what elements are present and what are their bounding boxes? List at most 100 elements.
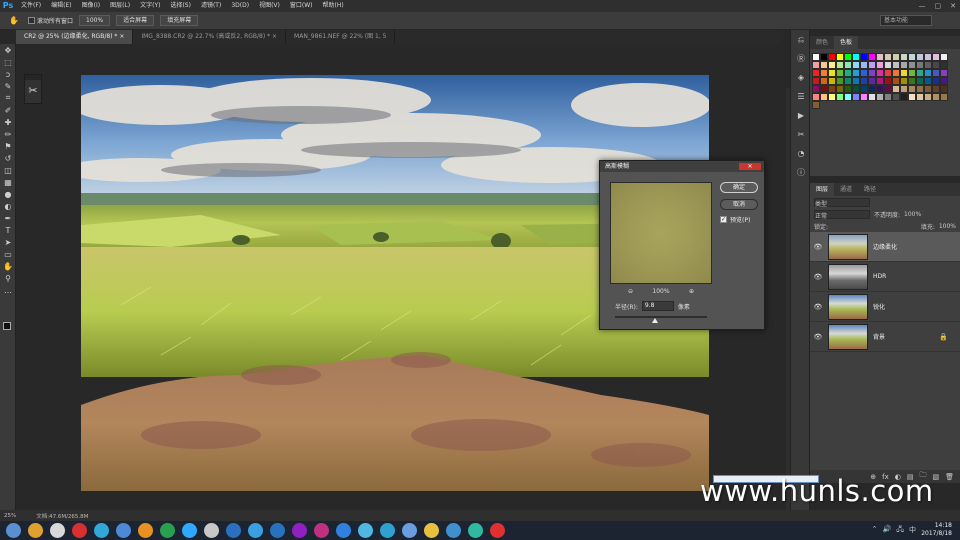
close-icon[interactable]: ✕ [950, 0, 956, 12]
color-swatch[interactable] [868, 61, 876, 69]
type-icon[interactable]: T [0, 224, 16, 236]
color-swatch[interactable] [900, 85, 908, 93]
color-swatch[interactable] [924, 69, 932, 77]
foreground-color-swatch[interactable] [3, 322, 11, 330]
dodge-icon[interactable]: ◐ [0, 200, 16, 212]
more-icon[interactable]: … [0, 284, 16, 296]
layer-row[interactable]: 👁 锐化 [810, 292, 960, 322]
color-swatch[interactable] [868, 85, 876, 93]
color-swatch[interactable] [852, 93, 860, 101]
color-swatch[interactable] [860, 85, 868, 93]
menu-layer[interactable]: 图层(L) [105, 0, 135, 12]
checkbox-box[interactable] [28, 17, 35, 24]
menu-filter[interactable]: 滤镜(T) [196, 0, 226, 12]
network-icon[interactable]: 🖧 [896, 525, 904, 536]
trash-icon[interactable]: 🗑 [945, 473, 954, 481]
history-icon[interactable]: ⎌ [791, 30, 811, 49]
color-swatch[interactable] [812, 85, 820, 93]
menu-select[interactable]: 选择(S) [165, 0, 196, 12]
volume-icon[interactable]: 🔊 [882, 525, 891, 536]
preview-checkbox[interactable]: ✓ 预览(P) [720, 215, 750, 224]
maximize-icon[interactable]: ▢ [935, 0, 942, 12]
color-swatch[interactable] [892, 77, 900, 85]
menu-file[interactable]: 文件(F) [16, 0, 46, 12]
taskbar-app-icon[interactable] [50, 523, 65, 538]
color-swatch[interactable] [860, 93, 868, 101]
tab-document-3[interactable]: MAN_9861.NEF @ 22% (图 1, 5 [286, 30, 396, 44]
radius-input[interactable]: 9.8 [641, 301, 674, 311]
marquee-icon[interactable]: ⬚ [0, 56, 16, 68]
eraser-icon[interactable]: ◫ [0, 164, 16, 176]
taskbar-app-icon[interactable] [358, 523, 373, 538]
color-swatch[interactable] [828, 53, 836, 61]
color-swatch[interactable] [844, 61, 852, 69]
color-swatch[interactable] [852, 85, 860, 93]
color-swatch[interactable] [892, 85, 900, 93]
color-swatch[interactable] [908, 93, 916, 101]
eyedropper-icon[interactable]: ✐ [0, 104, 16, 116]
color-swatch[interactable] [940, 77, 948, 85]
brush-settings-icon[interactable]: ✂ [25, 80, 41, 102]
color-swatch[interactable] [876, 69, 884, 77]
color-swatch[interactable] [820, 69, 828, 77]
color-swatch[interactable] [940, 69, 948, 77]
menu-view[interactable]: 视图(V) [254, 0, 285, 12]
tab-channels[interactable]: 通道 [834, 183, 858, 196]
taskbar-app-icon[interactable] [72, 523, 87, 538]
color-swatch[interactable] [932, 93, 940, 101]
tray-expand-icon[interactable]: ⌃ [872, 525, 878, 536]
fill-screen-button[interactable]: 填充屏幕 [160, 15, 199, 26]
color-swatch[interactable] [868, 53, 876, 61]
clock[interactable]: 14:18 2017/8/18 [921, 522, 952, 538]
color-swatch[interactable] [900, 61, 908, 69]
scroll-all-windows-checkbox[interactable]: 滚动所有窗口 [28, 16, 73, 25]
color-swatch[interactable] [940, 61, 948, 69]
tab-color[interactable]: 颜色 [810, 36, 834, 49]
color-swatch[interactable] [820, 77, 828, 85]
visibility-eye-icon[interactable]: 👁 [810, 243, 826, 251]
color-swatch[interactable] [860, 69, 868, 77]
color-swatch[interactable] [844, 53, 852, 61]
color-swatch[interactable] [820, 61, 828, 69]
zoom-icon[interactable]: ⚲ [0, 272, 16, 284]
color-swatch[interactable] [812, 53, 820, 61]
taskbar-app-icon[interactable] [6, 523, 21, 538]
color-swatch[interactable] [908, 53, 916, 61]
color-swatch[interactable] [908, 77, 916, 85]
lock-icon[interactable]: 🔒 [939, 333, 948, 341]
color-swatch[interactable] [812, 61, 820, 69]
color-swatch[interactable] [812, 69, 820, 77]
color-swatch[interactable] [884, 93, 892, 101]
gradient-icon[interactable]: ▦ [0, 176, 16, 188]
taskbar-app-icon[interactable] [204, 523, 219, 538]
taskbar-app-icon[interactable] [314, 523, 329, 538]
menu-help[interactable]: 帮助(H) [318, 0, 349, 12]
adjust-icon[interactable]: ◔ [791, 144, 811, 163]
color-swatch[interactable] [844, 93, 852, 101]
color-swatch[interactable] [932, 69, 940, 77]
color-swatch[interactable] [916, 53, 924, 61]
color-swatch[interactable] [876, 85, 884, 93]
actions-icon[interactable]: ▶ [791, 106, 811, 125]
taskbar-app-icon[interactable] [380, 523, 395, 538]
color-swatch[interactable] [884, 53, 892, 61]
color-swatch[interactable] [836, 85, 844, 93]
stamp-icon[interactable]: ⚑ [0, 140, 16, 152]
color-swatch[interactable] [924, 77, 932, 85]
color-swatch[interactable] [908, 61, 916, 69]
color-swatch[interactable] [820, 93, 828, 101]
move-icon[interactable]: ✥ [0, 44, 16, 56]
taskbar-app-icon[interactable] [402, 523, 417, 538]
color-swatch[interactable] [924, 61, 932, 69]
color-swatch[interactable] [892, 93, 900, 101]
layer-name[interactable]: 锐化 [873, 302, 885, 311]
color-swatch[interactable] [908, 85, 916, 93]
crop-icon[interactable]: ⌗ [0, 92, 16, 104]
layer-row[interactable]: 👁 背景 🔒 [810, 322, 960, 352]
zoom-out-icon[interactable]: ⊖ [628, 288, 633, 295]
taskbar-app-icon[interactable] [160, 523, 175, 538]
tab-swatches[interactable]: 色板 [834, 36, 859, 49]
menu-image[interactable]: 图像(I) [77, 0, 105, 12]
color-swatch[interactable] [916, 93, 924, 101]
menu-3d[interactable]: 3D(D) [226, 0, 254, 12]
